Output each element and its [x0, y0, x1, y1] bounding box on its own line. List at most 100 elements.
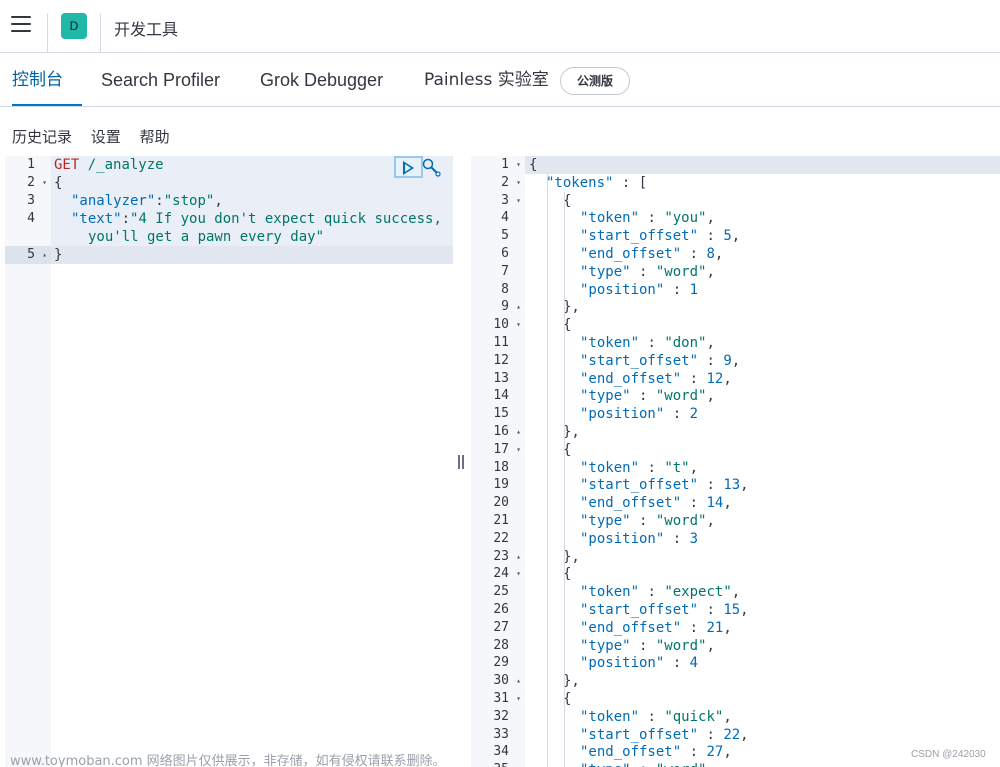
line-number: 8	[501, 281, 509, 297]
code-line: "position" : 1	[580, 281, 699, 298]
line-number: 11	[493, 335, 509, 350]
panel-resizer[interactable]	[456, 455, 466, 471]
fold-toggle-icon[interactable]: ▾	[516, 192, 521, 210]
response-editor[interactable]: 1 ▾ 2 ▾ 3 ▾ 4 5 6 7 8 9 ▴ 10 ▾ 11 12 13 14 15 16 ▴ 17 ▾ 18 19 20 21…	[471, 156, 1000, 767]
code-line: "token" : "quick",	[580, 708, 732, 725]
line-number: 31	[493, 691, 509, 706]
json-value: "4 If you don't expect quick success,	[130, 211, 442, 227]
line-number: 5	[501, 228, 509, 244]
line-number: 35	[493, 761, 509, 767]
line-number: 28	[493, 637, 509, 653]
tab-grok-debugger[interactable]: Grok Debugger	[260, 54, 383, 106]
tab-console[interactable]: 控制台	[12, 54, 82, 106]
line-number: 14	[493, 388, 509, 404]
code-line: "end_offset" : 21,	[580, 619, 732, 636]
line-number: 1	[501, 157, 509, 172]
tab-search-profiler[interactable]: Search Profiler	[101, 54, 220, 106]
line-number: 33	[493, 726, 509, 742]
menu-icon[interactable]	[11, 16, 31, 34]
app-title: 开发工具	[114, 20, 179, 39]
divider	[100, 14, 101, 52]
line-number: 2	[501, 174, 509, 190]
code-line: "start_offset" : 9,	[580, 352, 741, 369]
line-number: 5	[27, 247, 35, 262]
tab-painless-lab[interactable]: Painless 实验室	[424, 54, 549, 106]
fold-toggle-icon[interactable]: ▾	[42, 174, 47, 192]
http-method: GET	[54, 157, 80, 173]
line-number: 10	[493, 317, 509, 333]
beta-badge: 公测版	[560, 67, 631, 95]
history-link[interactable]: 历史记录	[12, 128, 72, 146]
fold-toggle-icon[interactable]: ▾	[516, 156, 521, 174]
fold-toggle-icon[interactable]: ▾	[516, 565, 521, 583]
code-line: "token" : "expect",	[580, 584, 741, 601]
line-number: 20	[493, 495, 509, 511]
line-number: 4	[501, 210, 509, 226]
code-line: "type" : "word",	[580, 637, 715, 654]
wrench-icon[interactable]	[422, 158, 442, 178]
brace: }	[54, 247, 63, 263]
json-value: you'll get a pawn every day"	[88, 229, 325, 245]
top-header: D 开发工具	[0, 0, 1000, 53]
code-line: "start_offset" : 13,	[580, 477, 749, 494]
code-line: "type" : "word",	[580, 388, 715, 405]
line-number: 30	[493, 673, 509, 689]
fold-toggle-icon[interactable]: ▾	[516, 690, 521, 708]
line-number: 1	[27, 157, 35, 172]
space-avatar[interactable]: D	[61, 13, 87, 39]
code-line: "position" : 3	[580, 530, 699, 547]
line-number: 27	[493, 619, 509, 635]
fold-toggle-icon[interactable]: ▴	[516, 423, 521, 441]
response-gutter: 1 ▾ 2 ▾ 3 ▾ 4 5 6 7 8 9 ▴ 10 ▾ 11 12 13 14 15 16 ▴ 17 ▾ 18 19 20 21…	[471, 156, 525, 767]
code-line: "type" : "word",	[580, 263, 715, 280]
code-line: "start_offset" : 22,	[580, 726, 749, 743]
request-editor[interactable]: 1 2 ▾ 3 4 5 ▴ GET /_analyze { "analyzer":"…	[5, 156, 453, 767]
code-line: },	[563, 299, 580, 316]
line-number: 13	[493, 370, 509, 386]
csdn-credit: CSDN @242030	[911, 749, 986, 760]
indent-guide	[564, 192, 565, 767]
line-number: 3	[501, 192, 509, 208]
line-number: 22	[493, 530, 509, 546]
json-key: "text"	[71, 211, 122, 227]
code-line: "token" : "don",	[580, 335, 715, 351]
code-line: },	[563, 548, 580, 565]
console-subnav: 历史记录 设置 帮助	[12, 126, 184, 147]
code-line: },	[563, 424, 580, 440]
fold-toggle-icon[interactable]: ▴	[516, 298, 521, 316]
code-line: {	[563, 441, 572, 458]
send-request-button[interactable]	[394, 156, 423, 178]
code-line: {	[529, 157, 538, 173]
fold-toggle-icon[interactable]: ▴	[516, 672, 521, 690]
json-key: "analyzer"	[71, 193, 156, 209]
settings-link[interactable]: 设置	[91, 128, 121, 146]
line-number: 24	[493, 566, 509, 582]
code-line: "end_offset" : 8,	[580, 246, 724, 262]
devtools-tabs: 控制台 Search Profiler Grok Debugger Painle…	[0, 54, 1000, 107]
code-line: "end_offset" : 14,	[580, 495, 732, 512]
fold-toggle-icon[interactable]: ▴	[516, 548, 521, 566]
line-number: 12	[493, 352, 509, 368]
line-number: 21	[493, 513, 509, 528]
fold-toggle-icon[interactable]: ▾	[516, 174, 521, 192]
indent-guide	[547, 174, 548, 767]
fold-toggle-icon[interactable]: ▾	[516, 441, 521, 459]
line-number: 6	[501, 246, 509, 261]
code-line: "tokens" : [	[546, 174, 648, 191]
request-gutter: 1 2 ▾ 3 4 5 ▴	[5, 156, 51, 767]
help-link[interactable]: 帮助	[140, 128, 170, 146]
line-number: 19	[493, 477, 509, 493]
fold-toggle-icon[interactable]: ▴	[42, 246, 47, 264]
line-number: 18	[493, 459, 509, 475]
code-line: {	[563, 566, 572, 583]
code-line: "token" : "you",	[580, 210, 715, 227]
request-path: /_analyze	[87, 157, 164, 173]
line-number: 32	[493, 708, 509, 724]
fold-toggle-icon[interactable]: ▾	[516, 316, 521, 334]
code-line: "start_offset" : 5,	[580, 228, 741, 245]
watermark: www.toymoban.com 网络图片仅供展示，非存储，如有侵权请联系删除。	[10, 754, 446, 767]
line-number: 29	[493, 655, 509, 671]
line-number: 7	[501, 263, 509, 279]
json-value: "stop"	[163, 193, 215, 209]
line-number: 2	[27, 175, 35, 190]
